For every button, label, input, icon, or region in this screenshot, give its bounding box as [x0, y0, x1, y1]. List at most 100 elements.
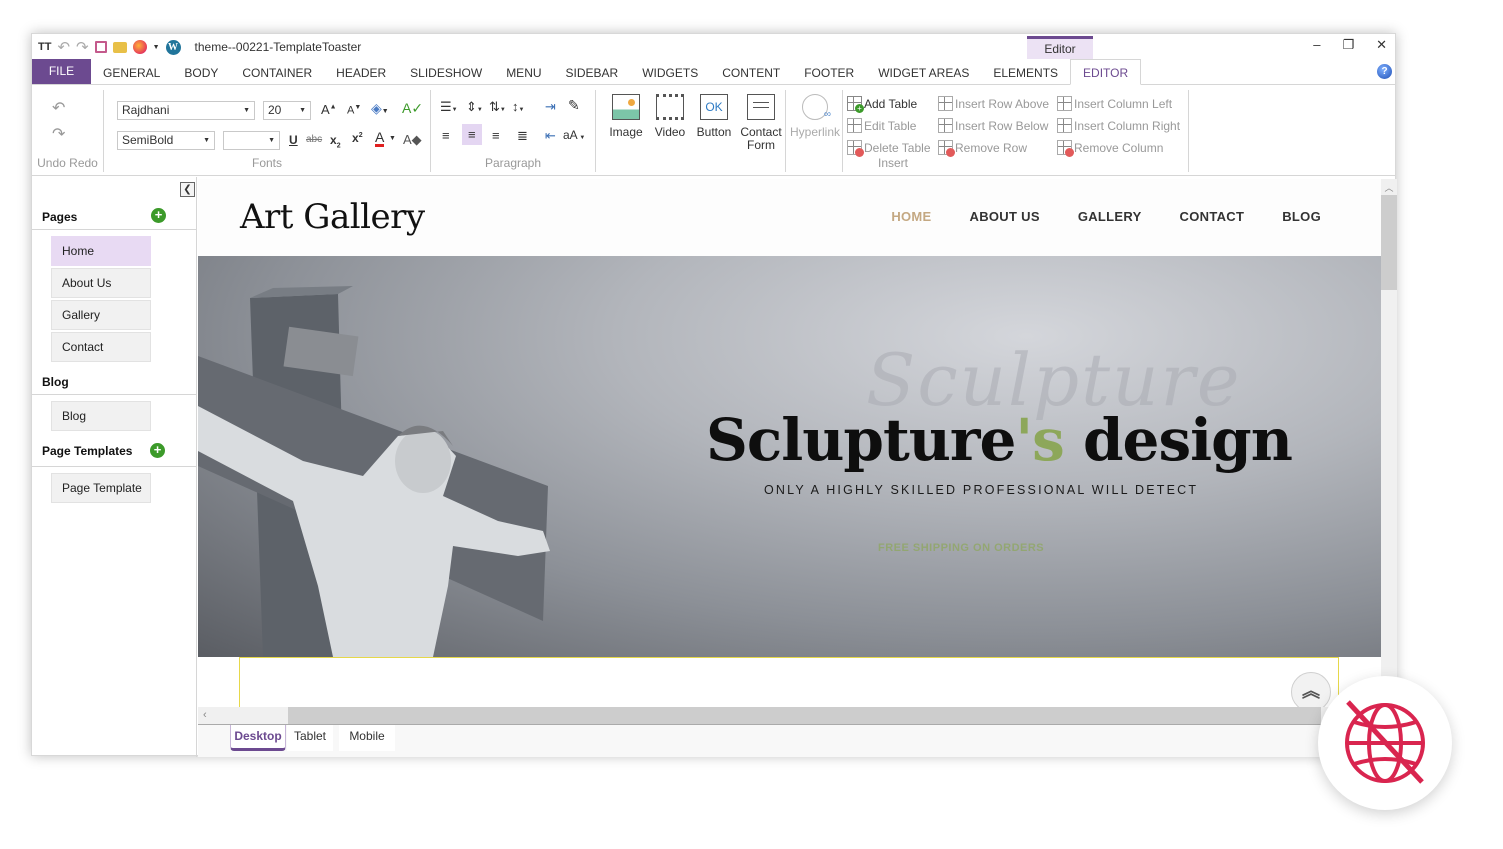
insert-group: + Add Table Edit Table Delete Table Inser… [842, 90, 1189, 172]
ribbon-undo-icon[interactable]: ↶ [52, 98, 65, 118]
subscript-icon[interactable]: x2 [330, 133, 341, 149]
insert-column-right-button[interactable]: Insert Column Right [1057, 118, 1180, 133]
scroll-up-icon[interactable]: ︿ [1381, 181, 1397, 194]
nav-blog[interactable]: BLOG [1282, 209, 1321, 224]
scroll-left-icon[interactable]: ‹ [198, 707, 288, 724]
help-icon[interactable]: ? [1377, 64, 1392, 79]
insert-row-above-button[interactable]: Insert Row Above [938, 96, 1049, 111]
align-right-icon[interactable]: ≡ [492, 128, 500, 143]
text-size-icon[interactable]: TT [38, 41, 51, 53]
collapse-sidebar-button[interactable]: ❮ [180, 182, 195, 197]
font-size-select[interactable]: 20 ▼ [263, 101, 311, 120]
page-item-contact[interactable]: Contact [51, 332, 151, 362]
bullet-list-icon[interactable]: ☰▼ [440, 99, 458, 115]
superscript-icon[interactable]: x2 [352, 131, 363, 145]
fill-color-icon[interactable]: ◈▼ [371, 100, 389, 117]
tab-content[interactable]: CONTENT [710, 60, 792, 84]
save-icon[interactable] [94, 41, 107, 53]
contact-form-button[interactable]: Contact Form [738, 94, 784, 152]
video-button[interactable]: Video [652, 94, 688, 139]
close-button[interactable]: ✕ [1376, 37, 1387, 53]
hyperlink-button[interactable]: ∞ Hyperlink [788, 94, 842, 139]
line-spacing-icon[interactable]: ⇕▼ [466, 99, 483, 115]
shrink-font-icon[interactable]: A▼ [347, 104, 361, 117]
nav-home[interactable]: HOME [891, 209, 931, 224]
tab-general[interactable]: GENERAL [91, 60, 172, 84]
spell-check-icon[interactable]: A✓ [402, 100, 423, 117]
delete-table-button[interactable]: Delete Table [847, 140, 931, 157]
change-case-button[interactable]: aA ▼ [563, 128, 585, 142]
tab-widget-areas[interactable]: WIDGET AREAS [866, 60, 981, 84]
wordpress-icon[interactable]: W [165, 39, 181, 55]
align-left-icon[interactable]: ≡ [442, 128, 450, 143]
strikethrough-icon[interactable]: abc [306, 134, 322, 145]
blog-item[interactable]: Blog [51, 401, 151, 431]
tab-footer[interactable]: FOOTER [792, 60, 866, 84]
font-family-select[interactable]: Rajdhani ▼ [117, 101, 255, 120]
nav-about-us[interactable]: ABOUT US [970, 209, 1040, 224]
add-table-button[interactable]: + Add Table [847, 96, 917, 113]
clear-format-icon[interactable]: A◆ [403, 132, 422, 148]
insert-column-left-button[interactable]: Insert Column Left [1057, 96, 1172, 111]
hero-subtitle[interactable]: ONLY A HIGHLY SKILLED PROFESSIONAL WILL … [764, 483, 1198, 497]
tab-header[interactable]: HEADER [324, 60, 398, 84]
ribbon-redo-icon[interactable]: ↷ [52, 124, 65, 144]
preview-dropdown-icon[interactable]: ▼ [153, 44, 160, 51]
highlight-pen-icon[interactable]: ✎ [568, 97, 580, 114]
hero-title[interactable]: Sclupture's design [706, 406, 1293, 474]
tab-body[interactable]: BODY [172, 60, 230, 84]
add-page-button[interactable]: + [151, 208, 166, 223]
page-item-home[interactable]: Home [51, 236, 151, 266]
add-template-button[interactable]: + [150, 443, 165, 458]
minimize-button[interactable]: ‒ [1313, 37, 1320, 53]
spacing-after-icon[interactable]: ↕▼ [512, 99, 524, 114]
site-logo[interactable]: Art Gallery [240, 197, 425, 237]
tab-elements[interactable]: ELEMENTS [981, 60, 1070, 84]
remove-column-icon [1057, 140, 1074, 157]
tab-file[interactable]: FILE [32, 59, 91, 84]
nav-contact[interactable]: CONTACT [1180, 209, 1245, 224]
tab-tablet[interactable]: Tablet [287, 725, 333, 751]
tab-widgets[interactable]: WIDGETS [630, 60, 710, 84]
button-button[interactable]: OK Button [695, 94, 733, 139]
restore-button[interactable]: ❐ [1342, 37, 1354, 53]
horizontal-scrollbar[interactable]: ‹ [198, 707, 1381, 724]
tab-desktop[interactable]: Desktop [230, 725, 286, 751]
tab-sidebar[interactable]: SIDEBAR [554, 60, 631, 84]
tab-editor[interactable]: EDITOR [1070, 59, 1142, 85]
font-color-icon[interactable]: A [375, 130, 385, 147]
outdent-icon[interactable]: ⇤ [545, 128, 556, 144]
vertical-scrollbar[interactable]: ︿ [1381, 179, 1397, 707]
firefox-icon[interactable] [132, 40, 147, 54]
hero-slide[interactable]: Sculpture Sclupture's design ONLY A HIGH… [198, 256, 1381, 657]
align-center-icon[interactable]: ≡ [462, 124, 482, 145]
page-item-gallery[interactable]: Gallery [51, 300, 151, 330]
font-color-dropdown-icon[interactable]: ▼ [389, 135, 396, 142]
tab-mobile[interactable]: Mobile [339, 725, 395, 751]
remove-row-button[interactable]: Remove Row [938, 140, 1027, 157]
remove-column-button[interactable]: Remove Column [1057, 140, 1163, 157]
undo-icon[interactable]: ↶ [57, 38, 70, 56]
tab-menu[interactable]: MENU [494, 60, 553, 84]
open-folder-icon[interactable] [112, 41, 127, 53]
image-button[interactable]: Image [607, 94, 645, 139]
vertical-scroll-thumb[interactable] [1381, 195, 1397, 290]
design-canvas[interactable]: Art Gallery HOME ABOUT US GALLERY CONTAC… [198, 179, 1381, 707]
editable-region[interactable] [239, 657, 1339, 707]
redo-icon[interactable]: ↷ [76, 38, 89, 56]
template-item[interactable]: Page Template [51, 473, 151, 503]
indent-icon[interactable]: ⇥ [545, 99, 556, 115]
paragraph-spacing-icon[interactable]: ⇅▼ [489, 99, 506, 115]
nav-gallery[interactable]: GALLERY [1078, 209, 1142, 224]
tab-container[interactable]: CONTAINER [230, 60, 324, 84]
insert-row-below-button[interactable]: Insert Row Below [938, 118, 1048, 133]
letter-spacing-select[interactable]: ▼ [223, 131, 280, 150]
underline-icon[interactable]: U [289, 133, 298, 147]
tab-slideshow[interactable]: SLIDESHOW [398, 60, 494, 84]
edit-table-button[interactable]: Edit Table [847, 118, 916, 133]
font-weight-select[interactable]: SemiBold ▼ [117, 131, 215, 150]
page-item-about-us[interactable]: About Us [51, 268, 151, 298]
hero-shipping-text[interactable]: FREE SHIPPING ON ORDERS [878, 542, 1044, 554]
grow-font-icon[interactable]: A▲ [321, 102, 337, 117]
justify-icon[interactable]: ≣ [517, 128, 528, 144]
